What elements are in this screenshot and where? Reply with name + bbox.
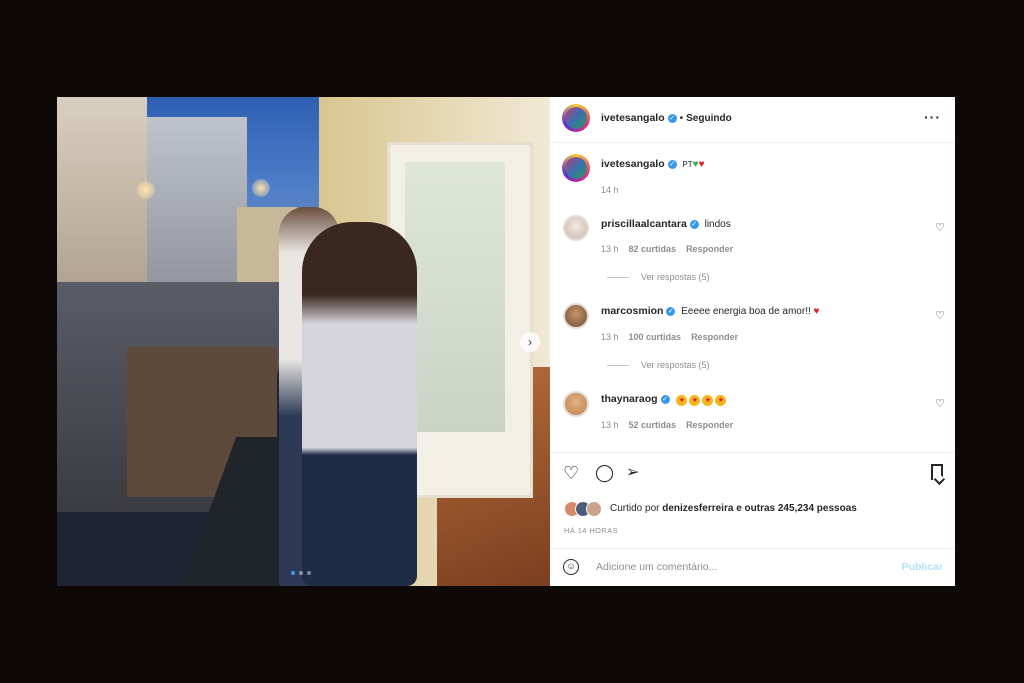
comment-meta: 13 h 100 curtidas Responder — [601, 332, 738, 342]
comment-time[interactable]: 13 h — [601, 244, 619, 254]
replies-line — [607, 365, 629, 367]
comment-text: lindos — [704, 219, 731, 230]
comment-time[interactable]: 13 h — [601, 420, 619, 430]
photo-door-glass — [405, 162, 505, 432]
verified-icon: ✓ — [667, 113, 677, 123]
carousel-dot-active — [291, 571, 295, 575]
carousel-dot — [299, 571, 303, 575]
comment-username[interactable]: priscillaalcantara — [601, 218, 687, 230]
comment-like-icon[interactable]: ♡ — [935, 397, 945, 410]
view-replies-label[interactable]: Ver respostas (5) — [641, 272, 710, 282]
comment-likes-count[interactable]: 82 curtidas — [629, 244, 677, 254]
reply-button[interactable]: Responder — [686, 420, 733, 430]
reply-button[interactable]: Responder — [686, 244, 733, 254]
publish-button[interactable]: Publicar — [902, 561, 943, 573]
comment-text: Eeeee energia boa de amor!! — [681, 306, 811, 317]
post-time-ago[interactable]: HÁ 14 HORAS — [564, 526, 618, 535]
comment-username[interactable]: thaynaraog — [601, 393, 658, 405]
caption-username[interactable]: ivetesangalo — [601, 158, 665, 170]
red-heart-icon: ♥ — [698, 159, 705, 170]
share-send-icon[interactable]: ➢ — [626, 463, 639, 483]
verified-icon: ✓ — [689, 219, 699, 229]
comment-time[interactable]: 13 h — [601, 332, 619, 342]
add-comment-bar: ☺ Publicar — [550, 548, 955, 588]
instagram-post: › ivetesangalo ✓ • Seguindo ··· ivetesangal… — [57, 97, 955, 586]
red-heart-icon: ♥ — [813, 306, 820, 317]
verified-icon: ✓ — [667, 159, 677, 169]
liked-by-prefix: Curtido por — [610, 503, 660, 514]
reply-button[interactable]: Responder — [691, 332, 738, 342]
following-button[interactable]: Seguindo — [686, 113, 732, 124]
author-username[interactable]: ivetesangalo — [601, 112, 665, 124]
star-struck-icon: ★ — [715, 395, 727, 406]
comment-avatar[interactable] — [563, 215, 589, 241]
comment-likes-count[interactable]: 100 curtidas — [629, 332, 682, 342]
save-bookmark-icon[interactable] — [931, 464, 943, 480]
caption-text: PT — [682, 160, 693, 169]
comment-body: priscillaalcantara ✓ lindos — [601, 218, 731, 230]
like-heart-icon[interactable]: ♡ — [563, 463, 579, 483]
emoji-smile-icon[interactable]: ☺ — [563, 559, 579, 575]
more-options-icon[interactable]: ··· — [924, 109, 941, 125]
star-struck-icon: ★ — [689, 395, 701, 406]
star-struck-icon: ★ — [702, 395, 714, 406]
comment-emojis: ★ ★ ★ ★ — [676, 394, 728, 406]
comment-like-icon[interactable]: ♡ — [935, 221, 945, 234]
verified-icon: ✓ — [666, 306, 676, 316]
author-line: ivetesangalo ✓ • Seguindo — [601, 112, 732, 124]
liker-avatar — [586, 501, 602, 517]
comment-body: thaynaraog ✓ ★ ★ ★ ★ — [601, 393, 728, 406]
street-lamp — [252, 179, 270, 197]
view-replies[interactable]: Ver respostas (5) — [607, 360, 710, 370]
carousel-indicator — [291, 571, 311, 575]
author-avatar[interactable] — [562, 104, 590, 132]
view-replies-label[interactable]: Ver respostas (5) — [641, 360, 710, 370]
post-actions: ♡ ◯ ➢ Curtido por denizesferreira e outr… — [550, 452, 955, 587]
post-photo[interactable]: › — [57, 97, 550, 586]
comment-meta: 13 h 82 curtidas Responder — [601, 244, 733, 254]
post-side-panel: ivetesangalo ✓ • Seguindo ··· ivetesangalo ✓… — [550, 97, 955, 586]
liked-by-text: Curtido por denizesferreira e outras 245… — [610, 503, 857, 514]
comment-bubble-icon[interactable]: ◯ — [595, 463, 614, 483]
separator-dot: • — [679, 113, 684, 124]
photo-woman — [302, 222, 417, 586]
comment-avatar[interactable] — [563, 391, 589, 417]
star-struck-icon: ★ — [676, 395, 688, 406]
liked-by-user[interactable]: denizesferreira — [662, 503, 733, 514]
comment-username[interactable]: marcosmion — [601, 305, 663, 317]
comment-body: marcosmion ✓ Eeeee energia boa de amor!! … — [601, 305, 819, 317]
liked-by-others[interactable]: e outras 245,234 pessoas — [736, 503, 857, 514]
replies-line — [607, 277, 629, 279]
street-lamp — [137, 181, 155, 199]
verified-icon: ✓ — [660, 394, 670, 404]
comment-input[interactable] — [594, 560, 888, 574]
caption: ivetesangalo ✓ PT♥♥ — [601, 158, 705, 170]
carousel-dot — [307, 571, 311, 575]
liked-by-avatars — [564, 501, 602, 517]
caption-time[interactable]: 14 h — [601, 185, 619, 195]
comment-meta: 13 h 52 curtidas Responder — [601, 420, 733, 430]
comment-like-icon[interactable]: ♡ — [935, 309, 945, 322]
comment-likes-count[interactable]: 52 curtidas — [629, 420, 677, 430]
caption-avatar[interactable] — [562, 154, 590, 182]
carousel-next-button[interactable]: › — [520, 332, 540, 352]
comment-avatar[interactable] — [563, 303, 589, 329]
view-replies[interactable]: Ver respostas (5) — [607, 272, 710, 282]
post-header: ivetesangalo ✓ • Seguindo ··· — [550, 97, 955, 143]
